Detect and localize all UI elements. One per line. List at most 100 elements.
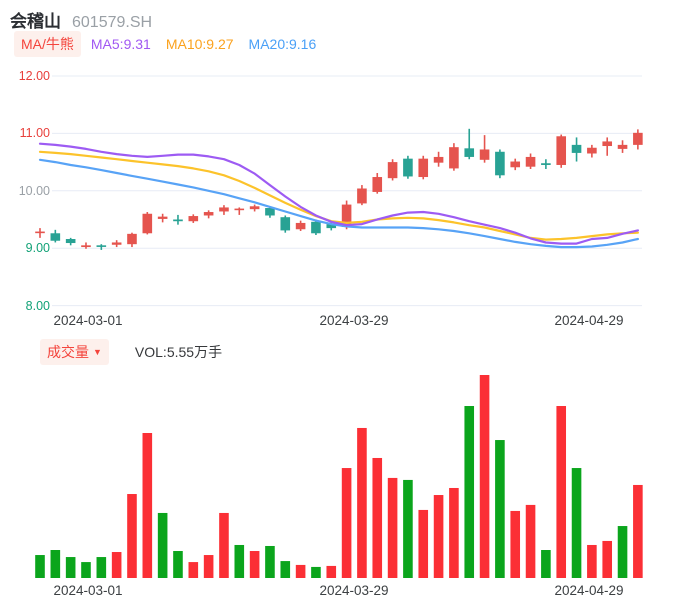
candle-body	[510, 161, 521, 168]
ma5-line	[38, 142, 640, 245]
volume-bar	[495, 440, 505, 578]
volume-chart[interactable]	[0, 365, 686, 581]
x-axis-label: 2024-03-01	[53, 583, 123, 598]
x-axis-label: 2024-03-29	[319, 583, 389, 598]
volume-bar	[479, 375, 490, 578]
volume-bar	[357, 427, 367, 578]
volume-bar	[295, 564, 306, 578]
candle	[433, 151, 444, 167]
candle-body	[111, 242, 122, 245]
volume-bar	[142, 433, 153, 578]
candle	[111, 240, 122, 248]
candle-body	[541, 163, 551, 165]
candle-body	[311, 221, 321, 234]
candle-body	[173, 219, 183, 222]
volume-bar	[525, 504, 536, 578]
candle	[602, 137, 613, 156]
volume-bar	[280, 561, 291, 578]
candle	[418, 155, 429, 180]
volume-bar	[111, 552, 122, 578]
candle	[403, 155, 413, 179]
volume-bar	[372, 457, 383, 578]
candle	[541, 159, 551, 169]
stock-code: 601579.SH	[72, 14, 153, 31]
volume-chart-canvas[interactable]	[0, 365, 686, 581]
volume-bar	[617, 526, 628, 578]
ma10-value-label: MA10:9.27	[165, 36, 234, 52]
candlestick-chart-canvas[interactable]	[0, 60, 686, 312]
candle-body	[127, 233, 137, 245]
candlestick-chart[interactable]	[0, 60, 686, 312]
volume-bar	[265, 545, 275, 578]
volume-bar	[50, 550, 61, 578]
candle	[142, 212, 153, 235]
candle-body	[556, 136, 567, 165]
candle-body	[295, 222, 306, 230]
candle-body	[479, 149, 490, 160]
candle-body	[418, 158, 429, 178]
candle-body	[495, 151, 505, 176]
candle	[35, 228, 45, 238]
candle	[510, 158, 521, 171]
ma-toggle-label: MA/牛熊	[21, 36, 74, 52]
volume-bar	[249, 551, 260, 578]
stock-chart-page: 会稽山 601579.SH MA/牛熊 MA5:9.31 MA10:9.27 M…	[0, 0, 686, 606]
candle-body	[372, 177, 383, 192]
candle-x-axis: 2024-03-01 2024-03-29 2024-04-29	[0, 313, 686, 331]
volume-bar	[341, 468, 352, 578]
volume-toggle-button[interactable]: 成交量 ▼	[40, 339, 109, 365]
volume-bar	[556, 406, 567, 578]
x-axis-label: 2024-03-29	[319, 313, 389, 328]
candle	[127, 232, 137, 248]
volume-bar	[464, 406, 475, 578]
ma-toggle-button[interactable]: MA/牛熊	[14, 31, 81, 57]
candle-body	[203, 212, 214, 216]
volume-bar	[173, 551, 183, 578]
volume-bar	[35, 555, 45, 578]
x-axis-label: 2024-03-01	[53, 313, 123, 328]
volume-bar	[65, 557, 76, 578]
candle-body	[617, 144, 628, 149]
candle-body	[280, 217, 291, 231]
ma20-value-label: MA20:9.16	[248, 36, 317, 52]
candle-body	[464, 148, 475, 157]
candle-body	[357, 188, 367, 204]
candle	[188, 214, 199, 223]
volume-bar	[510, 510, 521, 578]
stock-name: 会稽山	[10, 12, 61, 31]
volume-bar	[633, 484, 643, 578]
candle	[449, 143, 459, 171]
volume-bar	[326, 565, 337, 578]
candle-body	[633, 132, 643, 145]
volume-bar	[219, 512, 229, 578]
candle	[617, 140, 628, 153]
candle-body	[571, 144, 582, 153]
candle-body	[96, 245, 107, 247]
candle-body	[50, 233, 61, 241]
candle-body	[157, 216, 168, 219]
volume-bar	[127, 494, 137, 578]
volume-value-label: VOL:5.55万手	[134, 344, 223, 360]
candle	[203, 210, 214, 219]
candle	[571, 137, 582, 162]
dropdown-arrow-icon: ▼	[93, 347, 102, 357]
volume-bar	[234, 544, 245, 578]
candle-body	[403, 158, 413, 177]
candle-body	[188, 216, 199, 222]
candle-body	[249, 206, 260, 210]
volume-bar	[311, 566, 321, 578]
x-axis-label: 2024-04-29	[554, 583, 624, 598]
x-axis-label: 2024-04-29	[554, 313, 624, 328]
volume-bar	[602, 540, 613, 578]
volume-bar	[96, 557, 107, 578]
candle	[495, 149, 505, 179]
candle-body	[35, 231, 45, 234]
candle	[525, 153, 536, 169]
candle	[173, 214, 183, 225]
candle	[357, 185, 367, 206]
volume-bar	[587, 544, 597, 578]
volume-bar	[418, 509, 429, 578]
candle	[295, 220, 306, 231]
candle	[50, 229, 61, 243]
candle-body	[449, 147, 459, 169]
